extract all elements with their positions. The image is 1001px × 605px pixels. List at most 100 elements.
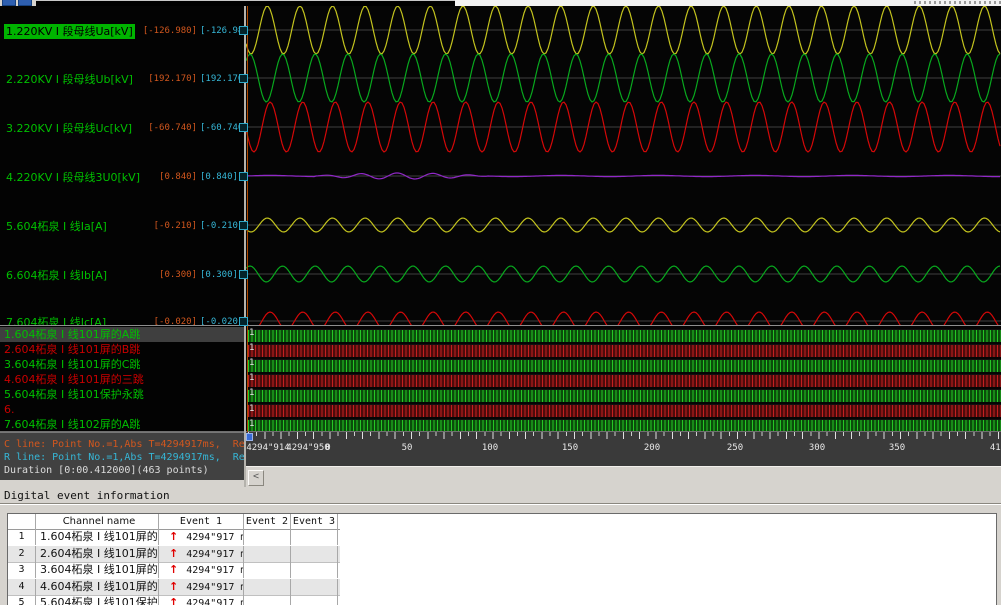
- time-axis-label: 200: [644, 443, 660, 453]
- time-axis-label: 4294"914: [246, 443, 289, 453]
- analog-value-instant: [-0.210]: [138, 219, 197, 234]
- channel-zero-marker[interactable]: [239, 221, 248, 230]
- analog-channel-label: 3.220KV I 段母线Uc[kV]: [4, 121, 134, 136]
- digital-signal-bar: [248, 344, 1001, 357]
- digital-event-table: Channel nameEvent 1Event 2Event 311.604柘…: [7, 513, 997, 605]
- analog-value-cursor: [-60.740]: [200, 121, 244, 136]
- digital-state-value: 1: [249, 419, 254, 429]
- event-1-cell: ↑ 4294"917 ms: [159, 529, 244, 545]
- analog-waveforms: [246, 6, 1001, 326]
- event-time: 4294"917 ms: [186, 598, 244, 605]
- analog-channel-label: 6.604柘泉 I 线Ib[A]: [4, 268, 109, 283]
- analog-channel-row[interactable]: 4.220KV I 段母线3U0[kV][0.840][0.840]: [0, 168, 244, 184]
- event-1-cell: ↑4294"917 ms: [159, 579, 244, 595]
- time-axis-label: 410: [990, 443, 1001, 453]
- analog-channel-row[interactable]: 2.220KV I 段母线Ub[kV][192.170][192.170]: [0, 70, 244, 86]
- channel-zero-marker[interactable]: [239, 317, 248, 326]
- scroll-left-button[interactable]: <: [248, 470, 264, 486]
- digital-channel-row[interactable]: 5.604柘泉 I 线101保护永跳: [0, 387, 244, 402]
- event-table-row[interactable]: 33.604柘泉 I 线101屏的C跳↑4294"917 ms: [8, 562, 340, 578]
- event-table-row[interactable]: 11.604柘泉 I 线101屏的A跳↑4294"917 ms: [8, 529, 340, 545]
- clipped-title-text: [914, 1, 1001, 4]
- digital-channel-row[interactable]: 6.: [0, 402, 244, 417]
- event-1-cell: ↑4294"917 ms: [159, 595, 244, 605]
- analog-value-cursor: [-0.210]: [200, 219, 244, 234]
- event-3-cell: [291, 562, 338, 578]
- event-table-header-cell: Event 3: [291, 514, 338, 530]
- event-1-cell: ↑4294"917 ms: [159, 546, 244, 562]
- digital-signal-bar: [248, 389, 1001, 402]
- event-3-cell: [291, 595, 338, 605]
- event-table-header-cell: Event 2: [244, 514, 291, 530]
- waveform-trace: [246, 312, 1000, 326]
- analog-value-instant: [0.300]: [138, 268, 197, 283]
- event-3-cell: [291, 529, 338, 545]
- digital-state-value: 1: [249, 388, 254, 398]
- analog-channel-label: 2.220KV I 段母线Ub[kV]: [4, 72, 135, 87]
- digital-state-value: 1: [249, 358, 254, 368]
- analog-channel-row[interactable]: 3.220KV I 段母线Uc[kV][-60.740][-60.740]: [0, 119, 244, 135]
- time-axis-label: 4294"950: [286, 443, 329, 453]
- digital-channel-row[interactable]: 1.604柘泉 I 线101屏的A跳: [0, 327, 244, 342]
- digital-channel-row[interactable]: 3.604柘泉 I 线101屏的C跳: [0, 357, 244, 372]
- channel-zero-marker[interactable]: [239, 172, 248, 181]
- section-divider: [0, 325, 1001, 326]
- digital-signal-bar: [248, 359, 1001, 372]
- event-table-row[interactable]: 55.604柘泉 I 线101保护永跳↑4294"917 ms: [8, 595, 340, 605]
- digital-signal-bar: [248, 404, 1001, 417]
- digital-state-value: 1: [249, 404, 254, 414]
- panel-filler: [0, 480, 244, 487]
- analog-channel-row[interactable]: 1.220KV I 段母线Ua[kV][-126.980][-126.980]: [0, 22, 244, 38]
- waveform-analyzer-window: 1.220KV I 段母线Ua[kV][-126.980][-126.980]2…: [0, 0, 1001, 605]
- analog-channel-row[interactable]: 5.604柘泉 I 线Ia[A][-0.210][-0.210]: [0, 217, 244, 233]
- time-axis-label: 350: [889, 443, 905, 453]
- rising-edge-arrow-icon: ↑: [169, 530, 178, 543]
- cursor-line[interactable]: [247, 6, 248, 432]
- waveform-plot-area[interactable]: [246, 6, 1001, 326]
- analog-value-cursor: [192.170]: [200, 72, 244, 87]
- event-table-header-cell: Event 1: [159, 514, 244, 530]
- event-3-cell: [291, 579, 338, 595]
- rising-edge-arrow-icon: ↑: [169, 547, 178, 560]
- horizontal-scrollbar[interactable]: <: [246, 466, 1001, 488]
- event-2-cell: [244, 546, 291, 562]
- channel-zero-marker[interactable]: [239, 123, 248, 132]
- cursor-position-marker[interactable]: [246, 433, 253, 441]
- digital-signal-bar: [248, 329, 1001, 342]
- digital-channel-row[interactable]: 7.604柘泉 I 线102屏的A跳: [0, 417, 244, 432]
- window-edge: [36, 0, 455, 1]
- event-time: 4294"917 ms: [186, 532, 244, 543]
- event-table-row[interactable]: 44.604柘泉 I 线101屏的三跳↑4294"917 ms: [8, 579, 340, 595]
- divider: [0, 504, 1001, 505]
- time-axis-label: 250: [727, 443, 743, 453]
- analog-value-instant: [-126.980]: [138, 24, 197, 39]
- digital-channel-row[interactable]: 2.604柘泉 I 线101屏的B跳: [0, 342, 244, 357]
- time-axis: 4294"9144294"950050100150200250300350410: [246, 432, 1001, 466]
- analog-channel-list: 1.220KV I 段母线Ua[kV][-126.980][-126.980]2…: [0, 6, 244, 326]
- event-2-cell: [244, 595, 291, 605]
- time-axis-label: 150: [562, 443, 578, 453]
- axis-major-ticks: [248, 432, 1001, 439]
- channel-zero-marker[interactable]: [239, 74, 248, 83]
- channel-zero-marker[interactable]: [239, 26, 248, 35]
- duration-status: Duration [0:00.412000](463 points): [4, 465, 244, 476]
- analog-value-cursor: [-126.980]: [200, 24, 244, 39]
- analog-channel-row[interactable]: 6.604柘泉 I 线Ib[A][0.300][0.300]: [0, 266, 244, 282]
- time-axis-label: 300: [809, 443, 825, 453]
- channel-zero-marker[interactable]: [239, 270, 248, 279]
- analog-channel-label: 1.220KV I 段母线Ua[kV]: [4, 24, 135, 39]
- event-table-header-cell: [8, 514, 36, 530]
- event-3-cell: [291, 546, 338, 562]
- event-time: 4294"917 ms: [186, 582, 244, 593]
- digital-channel-row[interactable]: 4.604柘泉 I 线101屏的三跳: [0, 372, 244, 387]
- digital-channel-list: 1.604柘泉 I 线101屏的A跳2.604柘泉 I 线101屏的B跳3.60…: [0, 326, 244, 432]
- digital-event-title: Digital event information: [4, 489, 170, 502]
- analog-value-instant: [0.840]: [138, 170, 197, 185]
- event-table-row[interactable]: 22.604柘泉 I 线101屏的B跳↑4294"917 ms: [8, 546, 340, 562]
- digital-trace-area[interactable]: 1111111: [246, 326, 1001, 432]
- event-row-number: 4: [8, 579, 36, 595]
- rising-edge-arrow-icon: ↑: [169, 563, 178, 576]
- digital-signal-bar: [248, 374, 1001, 387]
- analog-value-instant: [192.170]: [138, 72, 197, 87]
- digital-state-value: 1: [249, 373, 254, 383]
